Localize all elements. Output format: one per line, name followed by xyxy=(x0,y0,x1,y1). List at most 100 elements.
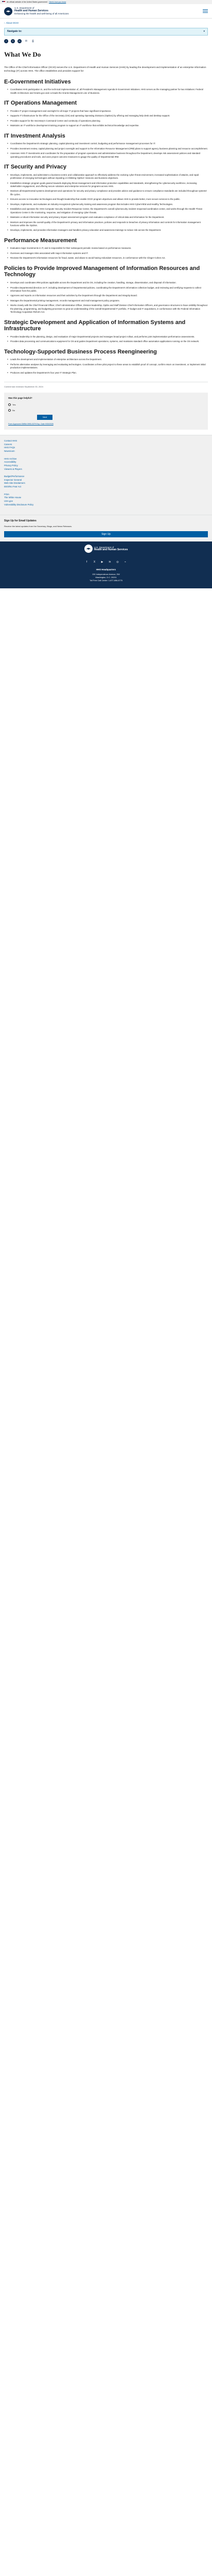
list-item: Coordinates HHS participation in, and th… xyxy=(7,88,208,95)
section-heading: IT Security and Privacy xyxy=(4,164,67,171)
intro-paragraph: The Office of the Chief Information Offi… xyxy=(4,65,206,72)
footer-link[interactable]: EEO/No Fear Act xyxy=(4,485,208,489)
page-title: What We Do xyxy=(4,50,41,58)
list-item: Provides support for the Secretary's Com… xyxy=(7,120,208,124)
list-item: Monitors all Departmental systems develo… xyxy=(7,190,208,196)
list-item: Coordinates the Department's strategic p… xyxy=(7,142,208,146)
us-flag-icon xyxy=(2,1,5,3)
list-item: Manages the Departmental printing manage… xyxy=(7,299,208,303)
facebook-icon[interactable]: f xyxy=(85,560,89,564)
list-item: Establishes strategic program goals gear… xyxy=(7,182,208,189)
list-item: Provides investment review, capital plan… xyxy=(7,147,208,151)
linkedin-icon[interactable]: in xyxy=(108,560,112,564)
list-item: Develops and coordinates IRM policies ap… xyxy=(7,281,208,285)
hq-title: HHS Headquarters xyxy=(96,568,116,571)
radio-button[interactable] xyxy=(8,403,11,406)
list-item: Assesses HHS IT investments and coordina… xyxy=(7,152,208,159)
footer-link-group: Contact HHS Careers HHS FAQs Newsroom xyxy=(4,439,208,453)
footer-link[interactable]: Web Site Disclaimers xyxy=(4,482,208,485)
list-item: Maintains an IT workforce development tr… xyxy=(7,124,208,128)
list-item: Provides data processing and communicati… xyxy=(7,340,208,344)
share-toolbar: f X in ✉ ⎙ xyxy=(0,36,212,47)
linkedin-icon[interactable]: in xyxy=(17,39,22,43)
section-list: Provides leadership in the planning, des… xyxy=(4,335,208,344)
omb-approval-link[interactable]: Form Approved OMB# 0990-0379 Exp. Date 9… xyxy=(8,423,204,426)
twitter-icon[interactable]: X xyxy=(93,560,97,564)
list-item: Leads the development and implementation… xyxy=(7,358,208,362)
chevron-down-icon: ▾ xyxy=(203,30,205,33)
heres-how-link[interactable]: Here's how you know xyxy=(49,1,66,4)
footer-link[interactable]: Contact HHS xyxy=(4,439,208,443)
brand-name: Health and Human Services xyxy=(94,548,128,551)
footer-link[interactable]: HHS Archive xyxy=(4,457,208,461)
footer-link[interactable]: Viewers & Players xyxy=(4,468,208,471)
radio-button[interactable] xyxy=(8,409,11,412)
footer-link[interactable]: FOIA xyxy=(4,493,208,497)
footer-link[interactable]: Newsroom xyxy=(4,450,208,453)
hhs-eagle-logo-icon xyxy=(84,545,93,553)
site-brand[interactable]: U.S. Department of Health and Human Serv… xyxy=(14,7,69,15)
social-links: f X ▶ in ◎ ⌁ xyxy=(4,560,208,564)
signup-description: Receive the latest updates from the Secr… xyxy=(4,525,72,528)
gov-banner: An official website of the United States… xyxy=(0,0,212,4)
email-icon[interactable]: ✉ xyxy=(24,39,28,43)
facebook-icon[interactable]: f xyxy=(4,39,8,43)
list-item: Supports IT infrastructure for the Offic… xyxy=(7,114,208,118)
site-header: U.S. Department of Health and Human Serv… xyxy=(0,4,212,19)
section-heading: Performance Measurement xyxy=(4,237,77,244)
next-button[interactable]: Next xyxy=(37,415,52,420)
section-list: Develops and coordinates IRM policies ap… xyxy=(4,281,208,314)
footer-link[interactable]: Budget/Performance xyxy=(4,475,208,479)
section-list: Coordinates the Department's strategic p… xyxy=(4,142,208,159)
section-heading: IT Investment Analysis xyxy=(4,132,65,139)
feedback-question: Was this page helpful? xyxy=(8,396,32,399)
feedback-option-yes[interactable]: Yes xyxy=(8,403,204,406)
footer-link[interactable]: HHS FAQs xyxy=(4,446,208,450)
hhs-eagle-logo-icon[interactable] xyxy=(4,7,12,15)
list-item: Provides IT project management and overs… xyxy=(7,110,208,114)
hq-address: 200 Independence Avenue, SW Washington, … xyxy=(4,573,208,582)
feedback-option-no[interactable]: No xyxy=(8,409,204,412)
footer-link[interactable]: Accessibility xyxy=(4,461,208,464)
list-item: Develops, implements, and evaluates an i… xyxy=(7,203,208,207)
gov-banner-text: An official website of the United States… xyxy=(7,1,48,3)
footer-link[interactable]: USA.gov xyxy=(4,500,208,503)
main-content: What We Do The Office of the Chief Infor… xyxy=(0,50,212,430)
footer-link-group: Budget/Performance Inspector General Web S… xyxy=(4,475,208,489)
footer-link[interactable]: Privacy Policy xyxy=(4,464,208,468)
section-list: Leads the development and implementation… xyxy=(4,358,208,375)
list-item: Develops, implements, and administers a … xyxy=(7,174,208,180)
breadcrumb[interactable]: ‹ About OCIO xyxy=(0,19,212,28)
feedback-form: Was this page helpful? Yes No Next Form … xyxy=(4,392,208,430)
section-list: Provides IT project management and overs… xyxy=(4,110,208,128)
sections-container: E-Government Initiatives Coordinates HHS … xyxy=(4,78,208,376)
footer-link[interactable]: The White House xyxy=(4,496,208,500)
email-signup: Sign Up for Email Updates Receive the la… xyxy=(0,515,212,542)
signup-button[interactable]: Sign Up xyxy=(4,531,208,538)
list-item: Provides leadership in the planning, des… xyxy=(7,335,208,340)
footer-brand-text: U.S. Department of Health and Human Serv… xyxy=(94,546,128,552)
list-item: Performs alternative analyses by leverag… xyxy=(7,363,208,370)
list-item: Develops, implements, and provides infor… xyxy=(7,229,208,233)
print-icon[interactable]: ⎙ xyxy=(31,39,35,43)
list-item: Oversees and manages risks associated wi… xyxy=(7,252,208,256)
youtube-icon[interactable]: ▶ xyxy=(100,560,104,564)
twitter-icon[interactable]: X xyxy=(11,39,15,43)
list-item: Provides Departmental direction on IT, i… xyxy=(7,286,208,293)
footer-link[interactable]: Inspector General xyxy=(4,479,208,482)
navigate-to-select[interactable]: Navigate to: ▾ xyxy=(4,28,208,36)
list-item: Establishes and operates the HHS Compute… xyxy=(7,208,208,214)
signup-title: Sign Up for Email Updates xyxy=(4,519,37,523)
option-label: No xyxy=(12,409,15,412)
instagram-icon[interactable]: ◎ xyxy=(116,560,120,564)
footer-link[interactable]: Careers xyxy=(4,443,208,447)
list-item: Approves and reports on information reso… xyxy=(7,294,208,298)
phone-line: Toll Free Call Center: 1-877-696-6775 xyxy=(90,580,122,582)
footer-brand[interactable]: U.S. Department of Health and Human Serv… xyxy=(4,545,208,553)
section-heading: E-Government Initiatives xyxy=(4,78,71,85)
footer-link[interactable]: Vulnerability Disclosure Policy xyxy=(4,503,208,507)
hamburger-menu-icon[interactable] xyxy=(203,9,208,13)
section-heading: Strategic Development and Application of… xyxy=(4,319,186,332)
last-reviewed: Content last reviewed September 30, 2024 xyxy=(4,382,208,388)
rss-icon[interactable]: ⌁ xyxy=(123,560,128,564)
